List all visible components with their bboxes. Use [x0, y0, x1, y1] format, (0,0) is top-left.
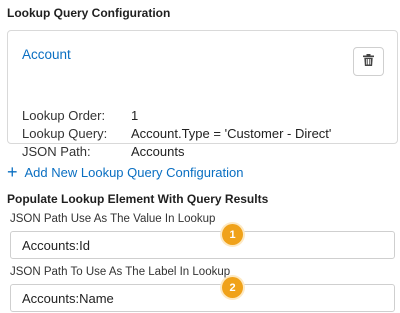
populate-section-title: Populate Lookup Element With Query Resul… — [7, 192, 269, 206]
step-2-badge: 2 — [222, 277, 243, 298]
lookup-order-label: Lookup Order: — [22, 108, 106, 123]
json-path-label: JSON Path: — [22, 144, 91, 159]
lookup-order-value: 1 — [131, 108, 139, 123]
add-lookup-config-link[interactable]: + Add New Lookup Query Configuration — [7, 163, 243, 181]
lookup-query-value: Account.Type = 'Customer - Direct' — [131, 126, 332, 141]
value-path-input[interactable] — [10, 231, 395, 259]
lookup-query-label: Lookup Query: — [22, 126, 108, 141]
trash-icon — [363, 53, 374, 71]
label-path-label: JSON Path To Use As The Label In Lookup — [10, 266, 231, 278]
add-lookup-config-label: Add New Lookup Query Configuration — [24, 164, 244, 180]
delete-button[interactable] — [353, 47, 384, 76]
step-1-badge: 1 — [222, 224, 243, 245]
value-path-label: JSON Path Use As The Value In Lookup — [10, 213, 216, 225]
plus-icon: + — [7, 162, 18, 182]
card-title-link[interactable]: Account — [22, 47, 71, 62]
config-section-title: Lookup Query Configuration — [7, 6, 171, 20]
json-path-value: Accounts — [131, 144, 185, 159]
lookup-query-card: Account Lookup Order: 1 Lookup Query: Ac… — [7, 30, 398, 159]
label-path-input[interactable] — [10, 284, 395, 312]
